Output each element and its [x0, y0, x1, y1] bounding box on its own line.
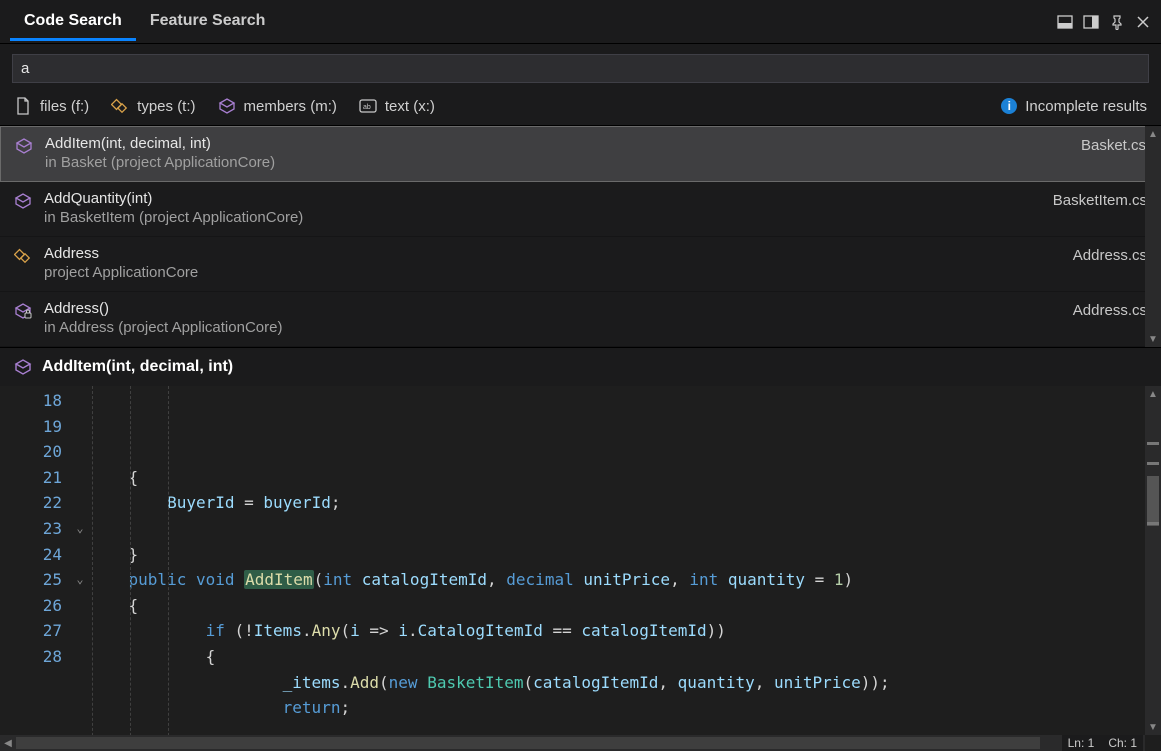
results-scrollbar[interactable]: ▲ ▼: [1145, 126, 1161, 347]
cube-icon: [15, 137, 35, 171]
preview-title: AddItem(int, decimal, int): [42, 358, 233, 376]
titlebar: Code Search Feature Search: [0, 0, 1161, 44]
method-icon: [14, 358, 32, 376]
result-subtitle: in Basket (project ApplicationCore): [45, 154, 1071, 171]
incomplete-label: Incomplete results: [1025, 98, 1147, 115]
pin-icon[interactable]: [1109, 14, 1125, 30]
filter-files-label: files (f:): [40, 98, 89, 115]
result-title: Address: [44, 245, 1063, 262]
filter-members-label: members (m:): [244, 98, 337, 115]
filters-row: files (f:) types (t:) members (m:) ab te…: [0, 89, 1161, 125]
result-item[interactable]: Address() in Address (project Application…: [0, 292, 1161, 347]
cube-lock-icon: [14, 302, 34, 336]
filter-members[interactable]: members (m:): [218, 97, 337, 115]
dock-right-icon[interactable]: [1083, 14, 1099, 30]
status-line: Ln: 1: [1068, 736, 1095, 750]
search-row: [0, 44, 1161, 89]
result-file: Basket.cs: [1081, 135, 1146, 171]
fold-column[interactable]: ⌄ ⌄: [70, 386, 90, 751]
tab-code-search[interactable]: Code Search: [10, 2, 136, 41]
dock-bottom-icon[interactable]: [1057, 14, 1073, 30]
filter-files[interactable]: files (f:): [14, 97, 89, 115]
window-controls: [1057, 14, 1151, 30]
filter-text-label: text (x:): [385, 98, 435, 115]
info-icon: i: [1001, 98, 1017, 114]
svg-text:ab: ab: [363, 104, 371, 111]
cube-icon: [14, 192, 34, 226]
result-item[interactable]: AddQuantity(int) in BasketItem (project A…: [0, 182, 1161, 237]
line-numbers: 1819202122232425262728: [0, 386, 70, 751]
tab-feature-search[interactable]: Feature Search: [136, 2, 280, 41]
status-char: Ch: 1: [1108, 736, 1137, 750]
close-icon[interactable]: [1135, 14, 1151, 30]
statusbar: Ln: 1 Ch: 1: [1062, 735, 1143, 751]
result-file: Address.cs: [1073, 245, 1147, 281]
result-subtitle: in Address (project ApplicationCore): [44, 319, 1063, 336]
types-icon: [111, 97, 129, 115]
class-icon: [14, 247, 34, 281]
filter-text[interactable]: ab text (x:): [359, 97, 435, 115]
result-title: AddItem(int, decimal, int): [45, 135, 1071, 152]
result-file: BasketItem.cs: [1053, 190, 1147, 226]
members-icon: [218, 97, 236, 115]
result-title: Address(): [44, 300, 1063, 317]
incomplete-results: i Incomplete results: [1001, 98, 1147, 115]
file-icon: [14, 97, 32, 115]
filter-types-label: types (t:): [137, 98, 195, 115]
results-list: AddItem(int, decimal, int) in Basket (pro…: [0, 125, 1161, 347]
result-subtitle: in BasketItem (project ApplicationCore): [44, 209, 1043, 226]
result-title: AddQuantity(int): [44, 190, 1043, 207]
editor-horizontal-scrollbar[interactable]: ◀ ▶: [0, 735, 1145, 751]
result-file: Address.cs: [1073, 300, 1147, 336]
result-item[interactable]: Address project ApplicationCore Address.cs: [0, 237, 1161, 292]
code-content[interactable]: { BuyerId = buyerId; } public void AddIt…: [90, 386, 1161, 751]
editor-vertical-scrollbar[interactable]: ▲ ▼: [1145, 386, 1161, 735]
filter-types[interactable]: types (t:): [111, 97, 195, 115]
search-window: Code Search Feature Search files (f:) ty…: [0, 0, 1161, 751]
code-preview[interactable]: 1819202122232425262728 ⌄ ⌄ { BuyerId = b…: [0, 386, 1161, 751]
result-subtitle: project ApplicationCore: [44, 264, 1063, 281]
result-item[interactable]: AddItem(int, decimal, int) in Basket (pro…: [0, 126, 1161, 182]
text-icon: ab: [359, 97, 377, 115]
search-input[interactable]: [12, 54, 1149, 83]
preview-header: AddItem(int, decimal, int): [0, 347, 1161, 386]
